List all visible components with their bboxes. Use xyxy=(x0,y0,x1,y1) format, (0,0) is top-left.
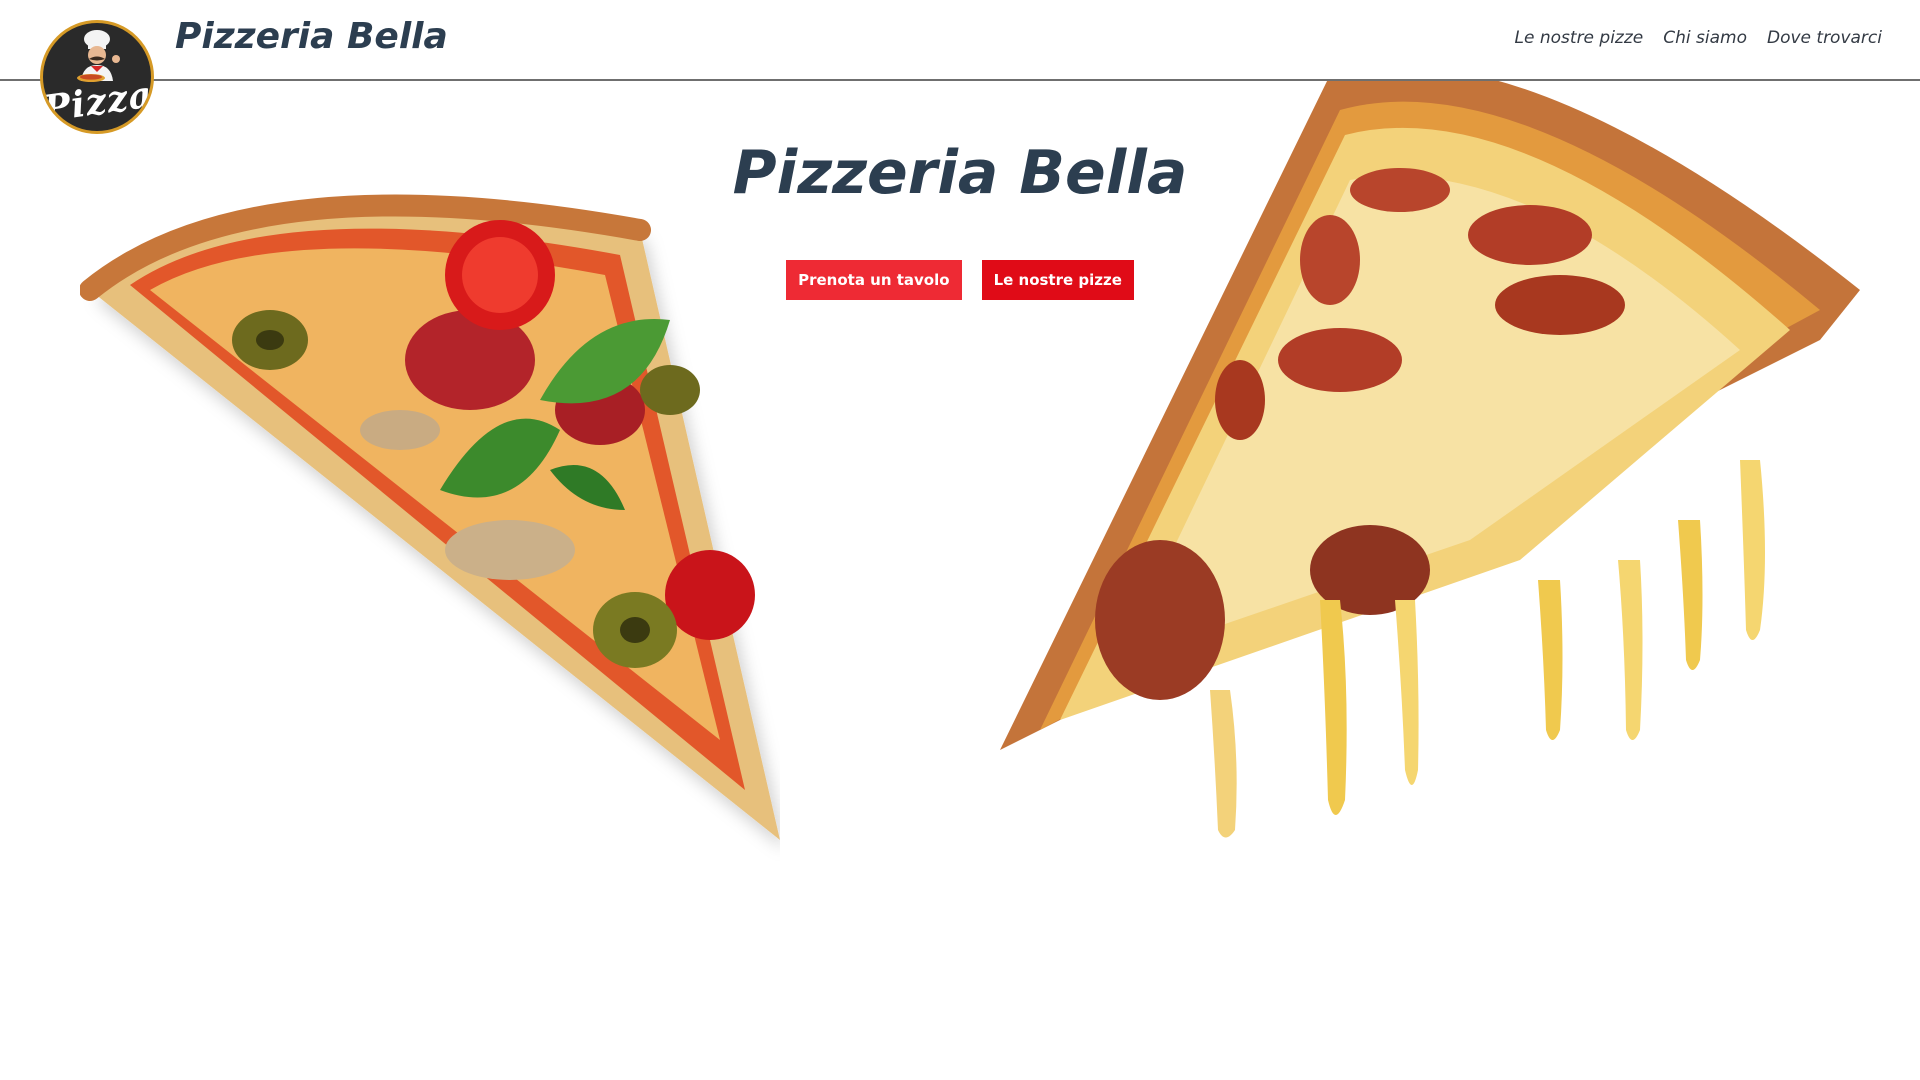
site-header: Pizzeria Bella Le nostre pizze Chi siamo… xyxy=(0,0,1920,81)
nav-link-pizzas[interactable]: Le nostre pizze xyxy=(1515,28,1644,48)
hero-buttons: Prenota un tavolo Le nostre pizze xyxy=(0,260,1920,300)
our-pizzas-button[interactable]: Le nostre pizze xyxy=(981,260,1134,300)
hero-title: Pizzeria Bella xyxy=(732,138,1188,208)
page: Pizzeria Bella Le nostre pizze Chi siamo… xyxy=(0,0,1920,1080)
brand-name[interactable]: Pizzeria Bella xyxy=(175,16,448,57)
logo[interactable]: Pizza xyxy=(40,20,154,134)
nav-link-about[interactable]: Chi siamo xyxy=(1663,28,1747,48)
book-table-button[interactable]: Prenota un tavolo xyxy=(786,260,962,300)
main-nav: Le nostre pizze Chi siamo Dove trovarci xyxy=(1515,28,1882,48)
nav-link-location[interactable]: Dove trovarci xyxy=(1767,28,1882,48)
